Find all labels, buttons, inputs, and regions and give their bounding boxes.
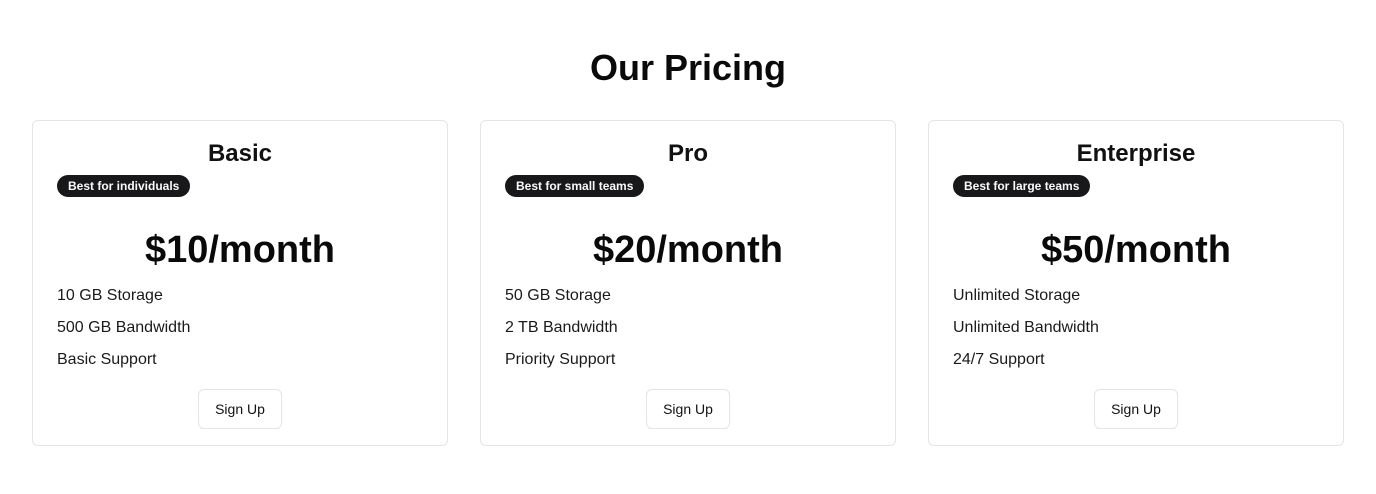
feature-item: Unlimited Storage: [953, 287, 1081, 304]
feature-item: Unlimited Bandwidth: [953, 319, 1099, 336]
plan-name: Enterprise: [1076, 140, 1196, 167]
plan-name: Pro: [667, 140, 708, 167]
plan-price: $20/month: [592, 229, 784, 271]
feature-list: 50 GB Storage 2 TB Bandwidth Priority Su…: [505, 286, 618, 382]
plan-price: $50/month: [1040, 229, 1232, 271]
feature-list: 10 GB Storage 500 GB Bandwidth Basic Sup…: [57, 286, 190, 382]
page-title: Our Pricing: [589, 47, 787, 88]
plan-card-enterprise: Enterprise Best for large teams $50/mont…: [928, 120, 1344, 446]
plan-badge: Best for small teams: [505, 175, 645, 197]
sign-up-button-basic[interactable]: Sign Up: [198, 389, 282, 429]
plan-name: Basic: [207, 140, 273, 167]
plan-badge: Best for individuals: [57, 175, 191, 197]
pricing-plans: Basic Best for individuals $10/month 10 …: [32, 120, 1344, 446]
plan-card-pro: Pro Best for small teams $20/month 50 GB…: [480, 120, 896, 446]
feature-item: 10 GB Storage: [57, 287, 163, 304]
feature-item: 2 TB Bandwidth: [505, 319, 618, 336]
feature-item: Basic Support: [57, 351, 157, 368]
plan-price: $10/month: [144, 229, 336, 271]
sign-up-button-pro[interactable]: Sign Up: [646, 389, 730, 429]
sign-up-button-enterprise[interactable]: Sign Up: [1094, 389, 1178, 429]
plan-card-basic: Basic Best for individuals $10/month 10 …: [32, 120, 448, 446]
pricing-page: Our Pricing Basic Best for individuals $…: [0, 0, 1376, 494]
feature-item: Priority Support: [505, 351, 616, 368]
feature-item: 50 GB Storage: [505, 287, 611, 304]
feature-list: Unlimited Storage Unlimited Bandwidth 24…: [953, 286, 1099, 382]
plan-badge: Best for large teams: [953, 175, 1091, 197]
feature-item: 500 GB Bandwidth: [57, 319, 191, 336]
feature-item: 24/7 Support: [953, 351, 1045, 368]
